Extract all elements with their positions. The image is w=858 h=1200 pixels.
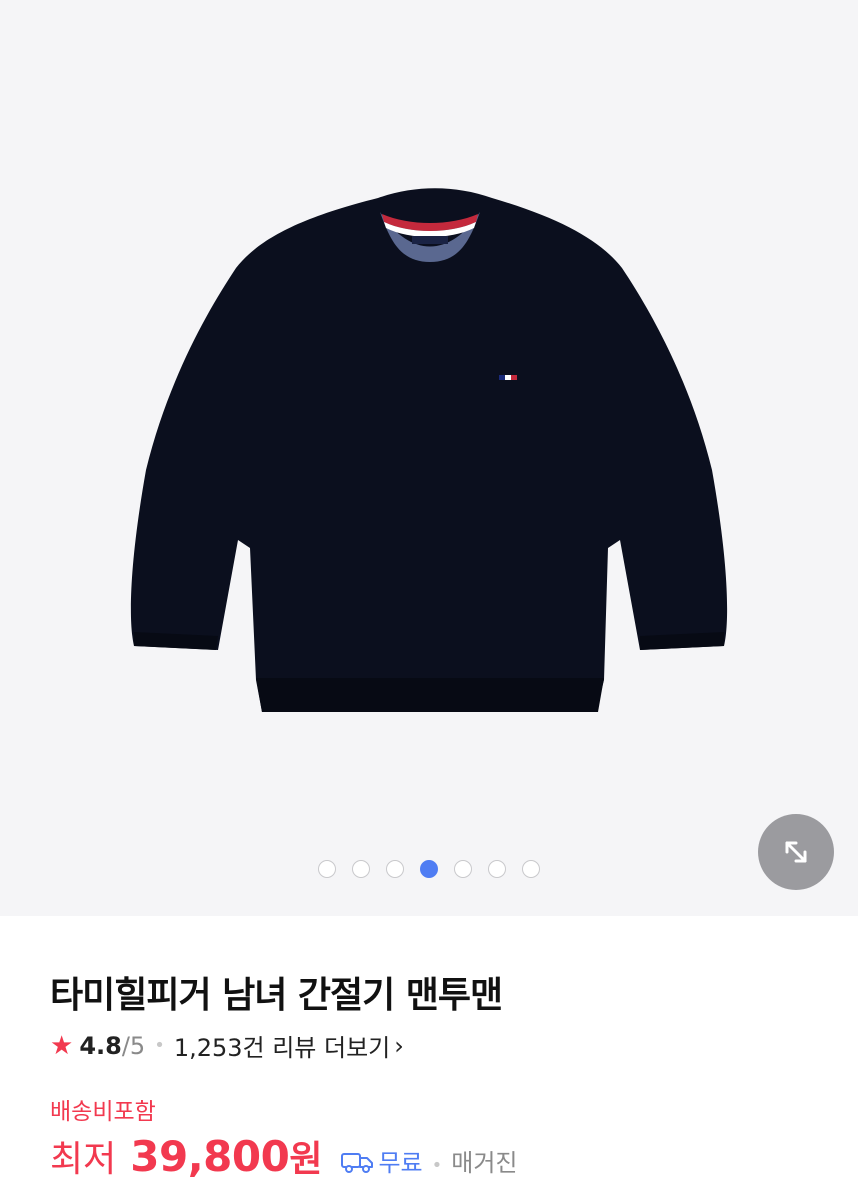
price-unit: 원 [289, 1139, 323, 1180]
carousel-dot[interactable] [352, 860, 370, 878]
separator-dot: • [431, 1155, 443, 1176]
chevron-right-icon: › [394, 1031, 404, 1060]
carousel-dot[interactable] [318, 860, 336, 878]
carousel-dot[interactable] [488, 860, 506, 878]
product-title: 타미힐피거 남녀 간절기 맨투맨 [50, 975, 503, 1016]
carousel-dot[interactable] [454, 860, 472, 878]
rating-row[interactable]: ★ 4.8 /5 • 1,253건 리뷰 더보기 › [50, 1028, 404, 1063]
truck-icon [341, 1153, 374, 1173]
price-label: 최저 [50, 1139, 117, 1180]
star-icon: ★ [50, 1030, 74, 1061]
expand-button[interactable] [758, 814, 834, 890]
expand-icon [785, 841, 807, 863]
free-shipping-label: 무료 [378, 1149, 423, 1177]
carousel-dot-active[interactable] [420, 860, 438, 878]
product-gallery[interactable] [0, 0, 858, 916]
shipping-included-note: 배송비포함 [50, 1099, 156, 1125]
carousel-dot[interactable] [522, 860, 540, 878]
carousel-dot[interactable] [386, 860, 404, 878]
price-value: 39,800 [130, 1132, 290, 1181]
review-link[interactable]: 1,253건 리뷰 더보기 [174, 1028, 390, 1063]
seller-name[interactable]: 매거진 [451, 1143, 517, 1178]
product-image [130, 188, 728, 712]
rating-value: 4.8 [79, 1031, 122, 1060]
price-row: 최저 39,800 원 무료 • 매거진 [50, 1130, 518, 1182]
rating-max: /5 [121, 1031, 146, 1060]
carousel-dots[interactable] [0, 860, 858, 878]
separator-dot: • [154, 1035, 165, 1056]
